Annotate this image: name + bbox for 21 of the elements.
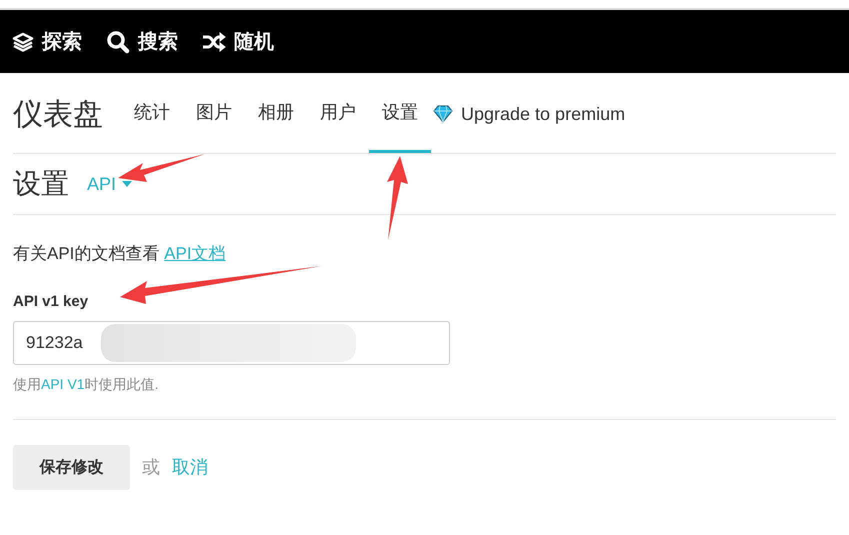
docs-note: 有关API的文档查看 API文档 [13, 243, 227, 265]
search-icon [106, 30, 130, 54]
or-text: 或 [142, 456, 160, 479]
page-title: 仪表盘 [13, 96, 103, 132]
save-button[interactable]: 保存修改 [13, 445, 130, 490]
tab[interactable]: 设置 [369, 75, 431, 153]
upgrade-link[interactable]: Upgrade to premium [433, 100, 626, 128]
tab[interactable]: 图片 [183, 75, 245, 153]
help-text: 使用API V1时使用此值. [13, 375, 160, 394]
nav-link[interactable]: 搜索 [106, 26, 178, 56]
api-key-field[interactable]: 91232a [13, 321, 450, 365]
diamond-icon [433, 105, 453, 123]
nav-link[interactable]: 随机 [202, 26, 274, 56]
tab[interactable]: 相册 [245, 75, 307, 153]
layers-icon [12, 32, 34, 52]
field-label: API v1 key [13, 292, 90, 312]
nav-link[interactable]: 探索 [12, 26, 82, 56]
tab[interactable]: 用户 [307, 75, 369, 153]
section-title: 设置 [13, 167, 69, 201]
shuffle-icon [202, 32, 226, 52]
tab[interactable]: 统计 [121, 75, 183, 153]
